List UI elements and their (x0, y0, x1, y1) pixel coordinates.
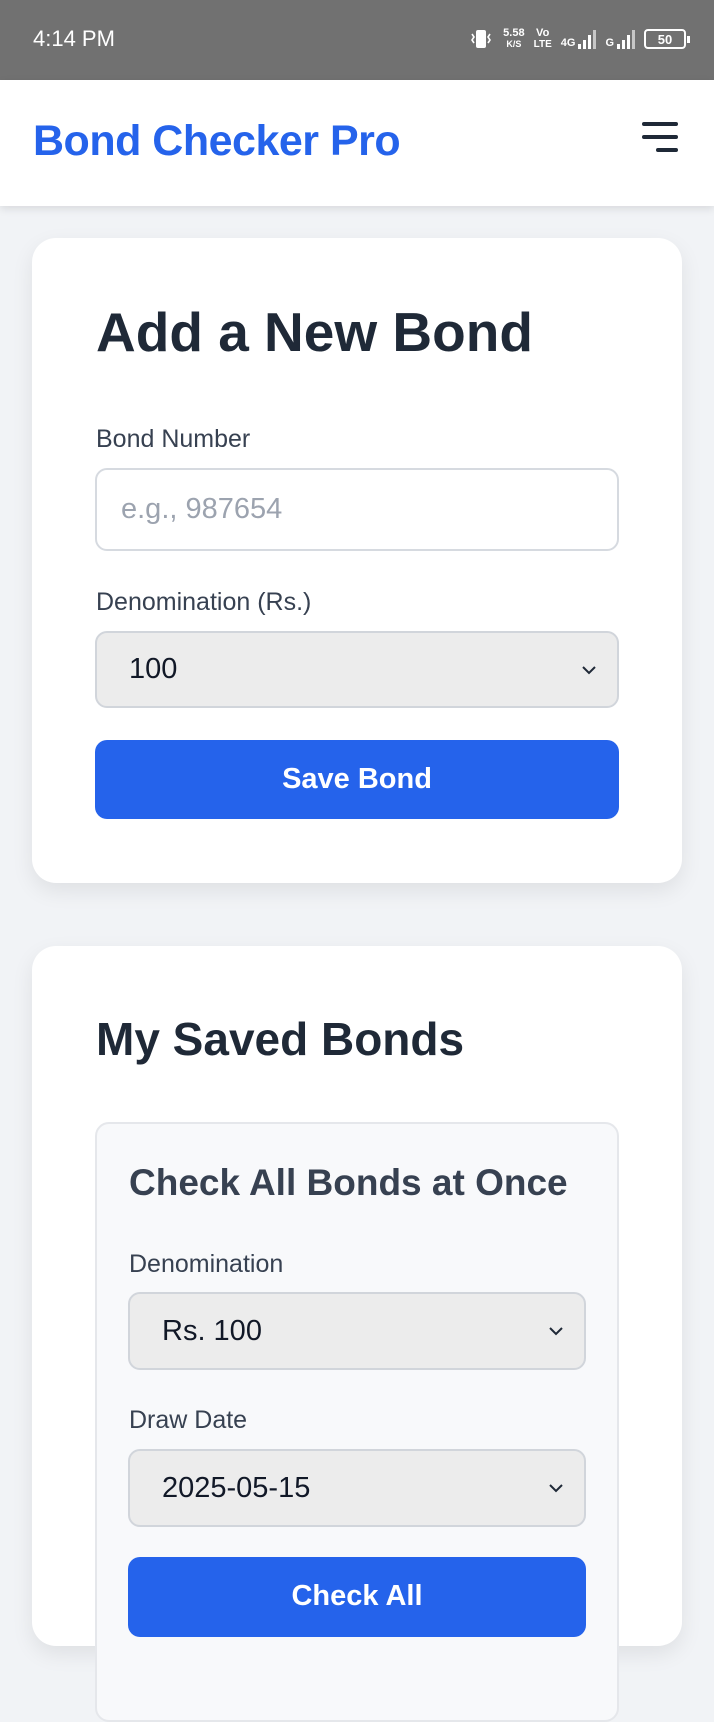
denomination-label: Denomination (Rs.) (96, 588, 312, 616)
signal-4g: 4G (561, 29, 597, 49)
draw-date-value: 2025-05-15 (162, 1471, 311, 1504)
check-all-button[interactable]: Check All (128, 1557, 586, 1637)
bond-number-placeholder: e.g., 987654 (121, 493, 283, 525)
check-denomination-value: Rs. 100 (162, 1314, 262, 1347)
network-speed: 5.58 K/S (503, 27, 525, 50)
denomination-value: 100 (129, 653, 178, 685)
check-all-panel: Check All Bonds at Once Denomination Rs.… (95, 1122, 619, 1722)
check-denomination-label: Denomination (129, 1250, 284, 1278)
app-title: Bond Checker Pro (33, 117, 401, 165)
status-bar: 4:14 PM 5.58 K/S Vo LTE 4G G 50 (0, 0, 714, 80)
signal-bars-icon (578, 29, 597, 49)
battery-icon: 50 (644, 29, 690, 49)
signal-bars-icon (617, 29, 635, 49)
bond-number-label: Bond Number (96, 425, 251, 453)
hamburger-menu-icon[interactable] (636, 120, 678, 160)
check-denomination-select[interactable]: Rs. 100 (128, 1292, 586, 1370)
volte-indicator: Vo LTE (533, 27, 552, 51)
vibrate-icon (471, 30, 492, 48)
signal-g: G (605, 29, 635, 49)
check-all-title: Check All Bonds at Once (129, 1162, 568, 1203)
app-header: Bond Checker Pro (0, 80, 714, 206)
status-icons: 5.58 K/S Vo LTE 4G G 50 (468, 22, 690, 56)
denomination-select[interactable]: 100 (95, 631, 619, 708)
chevron-down-icon (549, 1327, 563, 1336)
add-bond-title: Add a New Bond (96, 301, 533, 363)
status-time: 4:14 PM (33, 26, 115, 51)
saved-bonds-title: My Saved Bonds (96, 1013, 465, 1065)
save-bond-button[interactable]: Save Bond (95, 740, 619, 819)
saved-bonds-card: My Saved Bonds Check All Bonds at Once D… (32, 946, 682, 1722)
chevron-down-icon (549, 1484, 563, 1493)
add-bond-card: Add a New Bond Bond Number e.g., 987654 … (32, 238, 682, 883)
chevron-down-icon (582, 665, 596, 674)
draw-date-select[interactable]: 2025-05-15 (128, 1449, 586, 1527)
bond-number-input[interactable]: e.g., 987654 (95, 468, 619, 551)
draw-date-label: Draw Date (129, 1406, 248, 1434)
